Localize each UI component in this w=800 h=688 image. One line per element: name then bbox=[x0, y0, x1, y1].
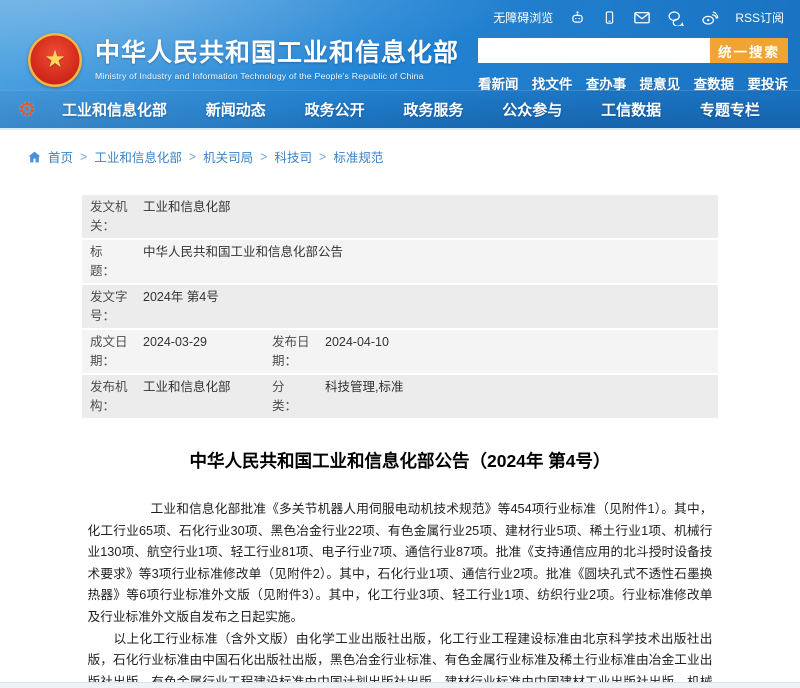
mail-icon[interactable] bbox=[633, 10, 651, 25]
breadcrumb-separator: > bbox=[260, 150, 267, 164]
nav-item-special-topics[interactable]: 专题专栏 bbox=[700, 99, 760, 120]
crumb-departments[interactable]: 机关司局 bbox=[203, 147, 253, 166]
main-nav: 工业和信息化部 新闻动态 政务公开 政务服务 公众参与 工信数据 专题专栏 bbox=[0, 90, 800, 128]
nav-item-industry-data[interactable]: 工信数据 bbox=[601, 99, 661, 120]
crumb-science-tech-dept[interactable]: 科技司 bbox=[274, 147, 312, 166]
nav-item-gov-services[interactable]: 政务服务 bbox=[403, 99, 463, 120]
meta-value: 工业和信息化部 bbox=[134, 378, 272, 397]
meta-value: 2024年 第4号 bbox=[134, 288, 708, 307]
nav-item-miit-home[interactable]: 工业和信息化部 bbox=[62, 99, 167, 120]
body-paragraph: 以上化工行业标准（含外文版）由化学工业出版社出版，化工行业工程建设标准由北京科学… bbox=[88, 629, 713, 688]
breadcrumb: 首页 > 工业和信息化部 > 机关司局 > 科技司 > 标准规范 bbox=[28, 147, 800, 166]
meta-row-publisher-category: 发布机构： 工业和信息化部 分 类： 科技管理,标准 bbox=[82, 375, 718, 418]
search-area: 统一搜索 看新闻 找文件 查办事 提意见 查数据 要投诉 bbox=[478, 38, 788, 93]
meta-label: 分 类： bbox=[272, 378, 316, 415]
breadcrumb-separator: > bbox=[189, 150, 196, 164]
meta-value: 工业和信息化部 bbox=[134, 198, 708, 217]
document-title: 中华人民共和国工业和信息化部公告（2024年 第4号） bbox=[0, 448, 800, 473]
breadcrumb-separator: > bbox=[80, 150, 87, 164]
meta-value: 科技管理,标准 bbox=[316, 378, 708, 397]
meta-row-dates: 成文日期： 2024-03-29 发布日期： 2024-04-10 bbox=[82, 330, 718, 373]
crumb-miit[interactable]: 工业和信息化部 bbox=[94, 147, 182, 166]
utility-bar: 无障碍浏览 bbox=[493, 9, 784, 26]
national-emblem-icon bbox=[28, 33, 82, 87]
accessibility-link[interactable]: 无障碍浏览 bbox=[493, 9, 553, 26]
nav-item-public-participation[interactable]: 公众参与 bbox=[502, 99, 562, 120]
meta-row-title: 标 题： 中华人民共和国工业和信息化部公告 bbox=[82, 240, 718, 283]
meta-value: 2024-03-29 bbox=[134, 333, 272, 352]
mobile-icon[interactable] bbox=[602, 9, 617, 26]
meta-label: 发文机关： bbox=[90, 198, 134, 235]
site-subtitle-en: Ministry of Industry and Information Tec… bbox=[95, 71, 459, 81]
crumb-home[interactable]: 首页 bbox=[48, 147, 73, 166]
meta-row-issuing-agency: 发文机关： 工业和信息化部 bbox=[82, 195, 718, 238]
meta-row-document-number: 发文字号： 2024年 第4号 bbox=[82, 285, 718, 328]
site-header: 无障碍浏览 bbox=[0, 0, 800, 130]
home-icon bbox=[28, 151, 41, 163]
wechat-icon[interactable] bbox=[667, 10, 685, 26]
weibo-icon[interactable] bbox=[701, 10, 719, 26]
footer-edge bbox=[0, 682, 800, 688]
crumb-standards[interactable]: 标准规范 bbox=[333, 147, 383, 166]
meta-label: 发文字号： bbox=[90, 288, 134, 325]
document-meta-table: 发文机关： 工业和信息化部 标 题： 中华人民共和国工业和信息化部公告 发文字号… bbox=[82, 195, 718, 418]
nav-item-gov-disclosure[interactable]: 政务公开 bbox=[305, 99, 365, 120]
miit-gear-icon bbox=[18, 100, 36, 120]
site-title: 中华人民共和国工业和信息化部 bbox=[95, 39, 459, 68]
body-paragraph: 工业和信息化部批准《多关节机器人用伺服电动机技术规范》等454项行业标准（见附件… bbox=[88, 499, 713, 629]
meta-value: 中华人民共和国工业和信息化部公告 bbox=[134, 243, 708, 262]
search-input[interactable] bbox=[478, 38, 710, 63]
meta-label: 发布日期： bbox=[272, 333, 316, 370]
nav-item-news[interactable]: 新闻动态 bbox=[206, 99, 266, 120]
document-body: 工业和信息化部批准《多关节机器人用伺服电动机技术规范》等454项行业标准（见附件… bbox=[88, 499, 713, 688]
brand-text: 中华人民共和国工业和信息化部 Ministry of Industry and … bbox=[95, 39, 459, 82]
page: 无障碍浏览 bbox=[0, 0, 800, 688]
unified-search-button[interactable]: 统一搜索 bbox=[710, 38, 788, 63]
robot-icon[interactable] bbox=[569, 9, 586, 26]
meta-label: 发布机构： bbox=[90, 378, 134, 415]
meta-value: 2024-04-10 bbox=[316, 333, 708, 352]
brand-logo[interactable]: 中华人民共和国工业和信息化部 Ministry of Industry and … bbox=[28, 33, 459, 87]
meta-label: 标 题： bbox=[90, 243, 134, 280]
rss-link[interactable]: RSS订阅 bbox=[735, 9, 784, 26]
meta-label: 成文日期： bbox=[90, 333, 134, 370]
breadcrumb-separator: > bbox=[319, 150, 326, 164]
